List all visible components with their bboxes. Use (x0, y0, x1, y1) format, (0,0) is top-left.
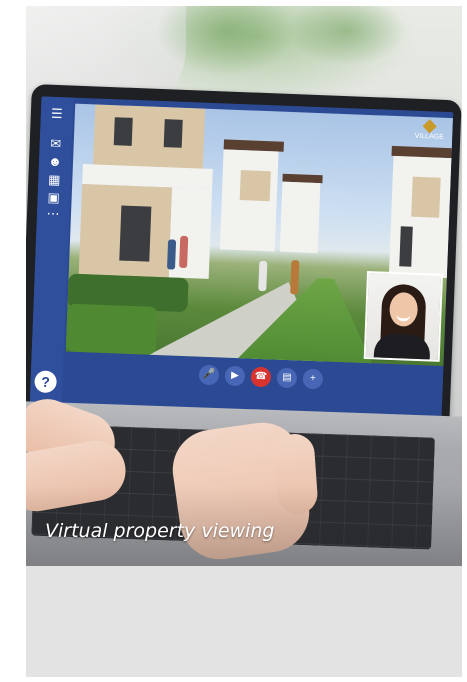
help-icon[interactable]: ? (34, 370, 57, 394)
end-call-icon[interactable]: ☎ (250, 366, 272, 388)
agent-self-view[interactable] (363, 271, 444, 362)
developer-logo: VILLAGE (412, 119, 447, 152)
menu-icon[interactable]: ☰ (49, 106, 66, 122)
mic-off-icon[interactable]: 🎤 (198, 364, 220, 386)
house-far (279, 181, 321, 254)
house-middle-accent (239, 170, 271, 202)
house-window (163, 119, 183, 148)
content-card: ☰ ✉ ☻ ▦ ▣ ⋯ ? VILLAGE 🎤 ▶ ☎ ▤ + Virtual … (26, 6, 462, 677)
participants-icon[interactable]: ☻ (47, 154, 64, 170)
laptop-screen: ☰ ✉ ☻ ▦ ▣ ⋯ ? VILLAGE 🎤 ▶ ☎ ▤ + (29, 96, 454, 418)
house-window (113, 117, 133, 146)
person-figure (258, 260, 268, 292)
call-sidebar: ☰ ✉ ☻ ▦ ▣ ⋯ ? (29, 96, 74, 404)
background-plant (286, 6, 406, 66)
house-door (119, 205, 152, 262)
house-right-accent (411, 176, 441, 218)
more-icon[interactable]: ⋯ (45, 206, 62, 222)
laptop-lid: ☰ ✉ ☻ ▦ ▣ ⋯ ? VILLAGE 🎤 ▶ ☎ ▤ + (26, 84, 462, 429)
chat-icon[interactable]: ✉ (47, 136, 64, 152)
person-figure (179, 235, 189, 269)
call-controls: 🎤 ▶ ☎ ▤ + (198, 364, 324, 394)
person-figure (166, 239, 177, 270)
logo-text: VILLAGE (414, 132, 444, 141)
house-window (399, 226, 413, 267)
photo-caption: Virtual property viewing (45, 520, 275, 542)
calendar-icon[interactable]: ▦ (46, 172, 63, 188)
property-video-feed: VILLAGE (65, 103, 453, 367)
hero-photo: ☰ ✉ ☻ ▦ ▣ ⋯ ? VILLAGE 🎤 ▶ ☎ ▤ + Virtual … (26, 6, 462, 566)
logo-mark (422, 119, 437, 134)
house-column (168, 187, 213, 279)
add-user-icon[interactable]: + (302, 368, 324, 390)
folder-icon[interactable]: ▣ (45, 190, 62, 206)
share-screen-icon[interactable]: ▤ (276, 367, 298, 389)
person-figure (290, 260, 300, 295)
camera-icon[interactable]: ▶ (224, 365, 246, 387)
hedge (65, 303, 158, 355)
